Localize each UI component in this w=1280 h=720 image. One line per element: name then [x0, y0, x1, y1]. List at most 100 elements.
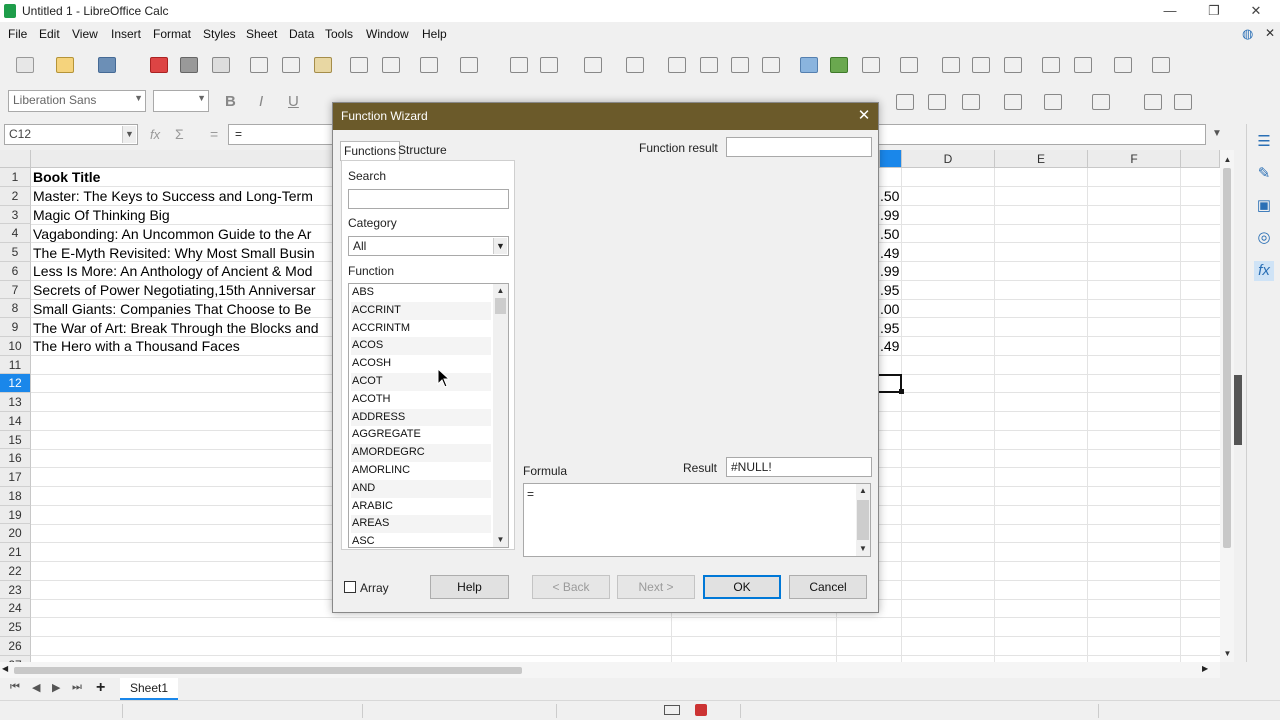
- function-wizard-icon[interactable]: fx: [150, 127, 160, 142]
- row-header[interactable]: 18: [0, 486, 31, 506]
- close-button[interactable]: ✕: [1236, 2, 1276, 20]
- cell-price[interactable]: .50: [880, 226, 899, 242]
- array-checkbox[interactable]: [344, 581, 356, 593]
- ok-button[interactable]: OK: [703, 575, 781, 599]
- define-print-area-icon[interactable]: [1042, 57, 1060, 73]
- cell-book-title[interactable]: The Hero with a Thousand Faces: [33, 338, 240, 354]
- paste-icon[interactable]: [314, 57, 332, 73]
- row-header[interactable]: 10: [0, 336, 31, 356]
- draw-functions-icon[interactable]: [1152, 57, 1170, 73]
- corner-select-all[interactable]: [0, 150, 31, 168]
- cell-book-title[interactable]: The E-Myth Revisited: Why Most Small Bus…: [33, 245, 315, 261]
- cell-book-title[interactable]: Less Is More: An Anthology of Ancient & …: [33, 263, 312, 279]
- special-character-icon[interactable]: [900, 57, 918, 73]
- next-sheet-icon[interactable]: ▶: [52, 681, 60, 694]
- row-header[interactable]: 8: [0, 299, 31, 318]
- gallery-icon[interactable]: ▣: [1254, 196, 1274, 216]
- function-list[interactable]: ABS ACCRINT ACCRINTM ACOS ACOSH ACOT ACO…: [348, 283, 509, 548]
- formula-equals-icon[interactable]: =: [210, 126, 218, 142]
- cell-book-title[interactable]: The War of Art: Break Through the Blocks…: [33, 320, 319, 336]
- font-size-box[interactable]: ▼: [153, 90, 209, 112]
- menu-tools[interactable]: Tools: [325, 27, 353, 41]
- row-header[interactable]: 15: [0, 430, 31, 450]
- chevron-down-icon[interactable]: ▼: [122, 126, 136, 143]
- print-icon[interactable]: [180, 57, 198, 73]
- menu-window[interactable]: Window: [366, 27, 409, 41]
- sum-icon[interactable]: Σ: [175, 126, 184, 142]
- row-header[interactable]: 26: [0, 636, 31, 656]
- underline-button[interactable]: U: [288, 93, 299, 110]
- scroll-down-icon[interactable]: ▼: [493, 534, 508, 546]
- row-header[interactable]: 22: [0, 561, 31, 581]
- list-item[interactable]: ADDRESS: [351, 408, 491, 427]
- array-label[interactable]: Array: [360, 581, 389, 595]
- scroll-left-icon[interactable]: ◀: [2, 664, 8, 673]
- close-document-icon[interactable]: ✕: [1265, 26, 1275, 40]
- column-header-g[interactable]: [1181, 150, 1220, 168]
- row-header[interactable]: 13: [0, 393, 31, 412]
- find-replace-icon[interactable]: [510, 57, 528, 73]
- cell-price[interactable]: .49: [880, 338, 899, 354]
- add-sheet-icon[interactable]: +: [96, 679, 105, 697]
- formula-textarea[interactable]: = ▲ ▼: [523, 483, 871, 557]
- spelling-icon[interactable]: [540, 57, 558, 73]
- menu-format[interactable]: Format: [153, 27, 191, 41]
- row-header[interactable]: 19: [0, 505, 31, 525]
- row-header[interactable]: 7: [0, 280, 31, 300]
- restore-button[interactable]: ❐: [1194, 2, 1234, 20]
- row-header[interactable]: 2: [0, 186, 31, 206]
- expand-formula-bar-icon[interactable]: ▼: [1212, 128, 1222, 139]
- list-item[interactable]: AMORLINC: [351, 462, 491, 480]
- row-header[interactable]: 16: [0, 449, 31, 468]
- comment-icon[interactable]: [972, 57, 990, 73]
- cell-book-title[interactable]: Vagabonding: An Uncommon Guide to the Ar: [33, 226, 311, 242]
- formula-scroll-thumb[interactable]: [857, 500, 869, 540]
- border-style-icon[interactable]: [1004, 94, 1022, 110]
- autofilter-icon[interactable]: [762, 57, 780, 73]
- list-item[interactable]: ACOS: [351, 337, 491, 356]
- row-header[interactable]: 24: [0, 599, 31, 618]
- new-icon[interactable]: [16, 57, 34, 73]
- cell-book-title[interactable]: Small Giants: Companies That Choose to B…: [33, 301, 311, 317]
- row-header[interactable]: 23: [0, 580, 31, 600]
- chevron-down-icon[interactable]: ▼: [134, 93, 143, 103]
- row-header[interactable]: 11: [0, 355, 31, 375]
- help-button[interactable]: Help: [430, 575, 509, 599]
- open-icon[interactable]: [56, 57, 74, 73]
- row-header[interactable]: 9: [0, 318, 31, 337]
- scroll-down-icon[interactable]: ▼: [856, 543, 870, 555]
- column-icon[interactable]: [626, 57, 644, 73]
- hyperlink-icon[interactable]: [942, 57, 960, 73]
- back-button[interactable]: < Back: [532, 575, 610, 599]
- cell-price[interactable]: .99: [880, 207, 899, 223]
- menu-edit[interactable]: Edit: [39, 27, 60, 41]
- row-header[interactable]: 5: [0, 243, 31, 262]
- properties-icon[interactable]: ☰: [1254, 132, 1274, 152]
- scroll-up-icon[interactable]: ▲: [493, 285, 508, 297]
- cancel-button[interactable]: Cancel: [789, 575, 867, 599]
- chevron-down-icon[interactable]: ▼: [493, 238, 507, 254]
- sheet-tab-sheet1[interactable]: Sheet1: [120, 678, 178, 700]
- list-item[interactable]: AGGREGATE: [351, 426, 491, 444]
- styles-icon[interactable]: ✎: [1254, 164, 1274, 184]
- scroll-right-icon[interactable]: ▶: [1202, 664, 1208, 673]
- undo-icon[interactable]: [420, 57, 438, 73]
- insert-image-icon[interactable]: [800, 57, 818, 73]
- sort-icon[interactable]: [668, 57, 686, 73]
- menu-file[interactable]: File: [8, 27, 27, 41]
- cell-book-title[interactable]: Magic Of Thinking Big: [33, 207, 170, 223]
- menu-help[interactable]: Help: [422, 27, 447, 41]
- list-item[interactable]: ACOSH: [351, 355, 491, 373]
- column-header-e[interactable]: E: [995, 150, 1088, 168]
- functions-icon[interactable]: fx: [1254, 261, 1274, 281]
- menu-sheet[interactable]: Sheet: [246, 27, 277, 41]
- navigator-icon[interactable]: ◎: [1254, 228, 1274, 248]
- cell-price[interactable]: .95: [880, 320, 899, 336]
- list-item[interactable]: ACOTH: [351, 391, 491, 409]
- row-header[interactable]: 6: [0, 261, 31, 281]
- menu-view[interactable]: View: [72, 27, 98, 41]
- header-footer-icon[interactable]: [1004, 57, 1022, 73]
- scroll-down-icon[interactable]: ▼: [1220, 648, 1235, 660]
- sidebar-collapse-handle[interactable]: [1234, 375, 1242, 445]
- insert-chart-icon[interactable]: [830, 57, 848, 73]
